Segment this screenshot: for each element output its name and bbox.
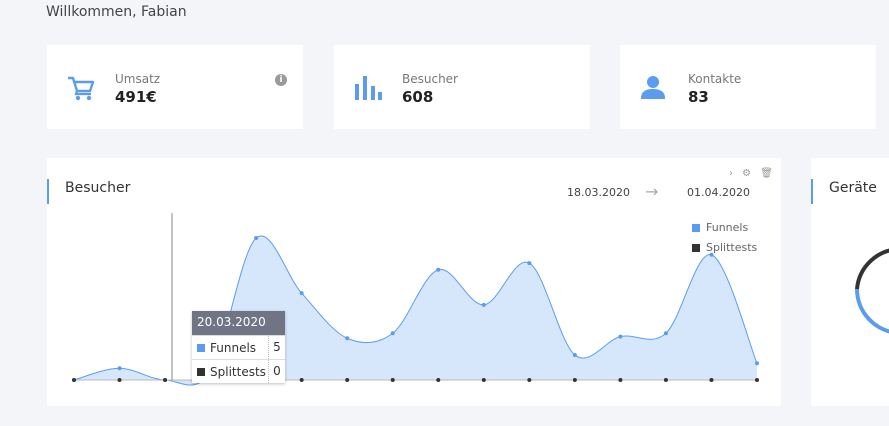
funnels-point[interactable] (345, 336, 350, 341)
legend-splittests[interactable]: Splittests (692, 241, 757, 254)
tooltip-date: 20.03.2020 (192, 311, 285, 335)
legend-funnels-swatch (692, 224, 700, 232)
splittests-point[interactable] (755, 378, 759, 382)
funnels-point[interactable] (117, 366, 122, 371)
funnels-point[interactable] (436, 267, 441, 272)
devices-panel: Geräte (811, 158, 889, 406)
splittests-point[interactable] (163, 378, 168, 382)
funnels-point[interactable] (527, 261, 532, 266)
legend-funnels[interactable]: Funnels (692, 221, 748, 234)
devices-donut[interactable] (851, 243, 889, 343)
panel-accent-bar (811, 179, 813, 204)
legend-funnels-label: Funnels (706, 221, 749, 234)
splittests-point[interactable] (572, 378, 577, 382)
funnels-point[interactable] (663, 331, 668, 336)
splittests-point[interactable] (709, 378, 714, 382)
splittests-point[interactable] (345, 378, 350, 382)
funnels-point[interactable] (618, 334, 623, 339)
funnels-point[interactable] (390, 331, 395, 336)
splittests-point[interactable] (527, 378, 532, 382)
tooltip-row-splittests: Splittests 0 (192, 359, 285, 383)
splittests-point[interactable] (72, 378, 76, 382)
tooltip-funnels-label: Funnels (210, 340, 257, 355)
chart-tooltip: 20.03.2020 Funnels 5 Splittests 0 (192, 311, 285, 383)
funnels-point[interactable] (755, 361, 759, 366)
legend-splittests-swatch (692, 244, 700, 252)
splittests-point[interactable] (436, 378, 441, 382)
legend-splittests-label: Splittests (706, 241, 758, 254)
tooltip-funnels-swatch (197, 344, 205, 352)
tooltip-funnels-value: 5 (268, 336, 285, 359)
splittests-point[interactable] (117, 378, 122, 382)
splittests-point[interactable] (481, 378, 486, 382)
tooltip-row-funnels: Funnels 5 (192, 335, 285, 359)
splittests-point[interactable] (390, 378, 395, 382)
visitors-chart[interactable] (0, 0, 889, 426)
devices-panel-title: Geräte (829, 180, 877, 196)
splittests-point[interactable] (299, 378, 304, 382)
tooltip-splittests-value: 0 (268, 360, 285, 383)
tooltip-splittests-swatch (197, 368, 205, 376)
tooltip-splittests-label: Splittests (210, 364, 266, 379)
funnels-point[interactable] (299, 291, 304, 296)
funnels-point[interactable] (481, 302, 486, 307)
funnels-point[interactable] (572, 352, 577, 357)
splittests-point[interactable] (618, 378, 623, 382)
splittests-point[interactable] (663, 378, 668, 382)
funnels-area (74, 235, 757, 386)
funnels-point[interactable] (254, 236, 259, 241)
